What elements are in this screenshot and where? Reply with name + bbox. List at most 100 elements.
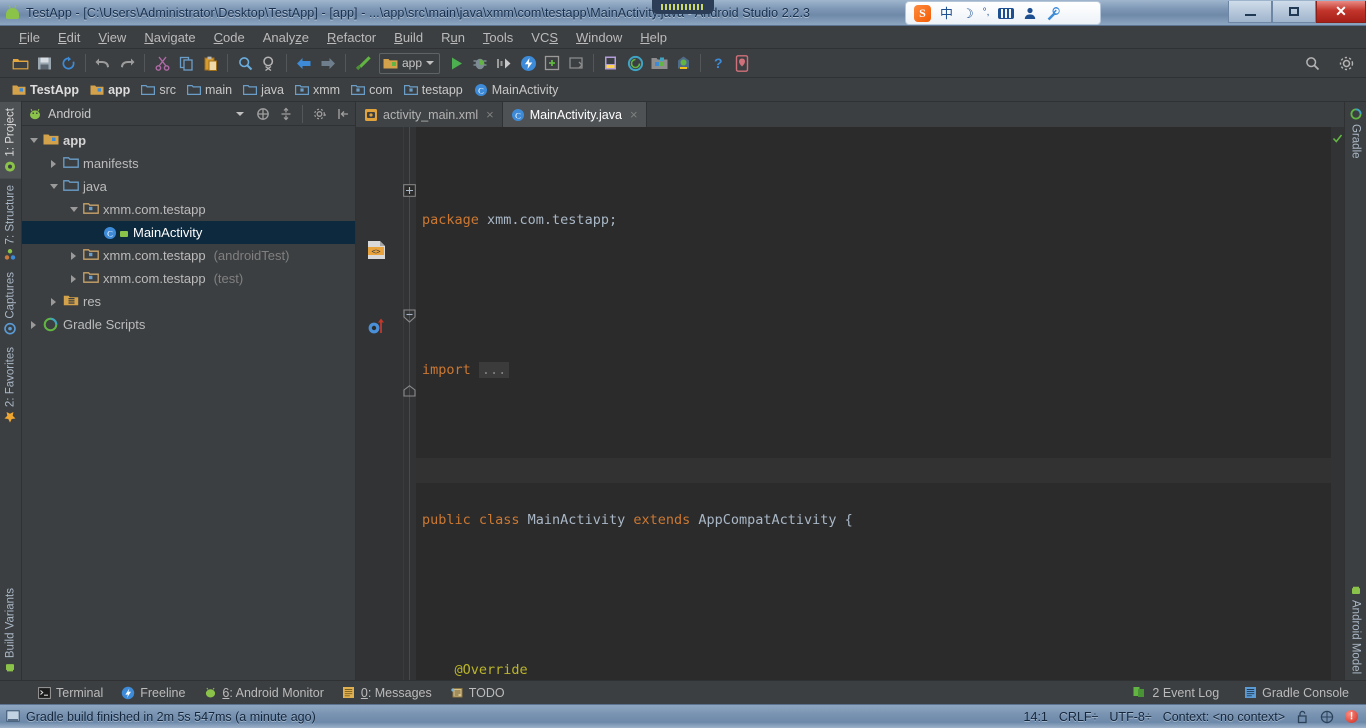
- menu-analyze[interactable]: Analyze: [254, 28, 318, 47]
- tab-mainactivity-java[interactable]: C MainActivity.java ×: [502, 102, 647, 127]
- device-file-explorer-icon[interactable]: [731, 52, 753, 74]
- sidebar-item-android-model[interactable]: Android Model: [1345, 578, 1366, 680]
- tool-button-todo[interactable]: TODO: [441, 684, 514, 702]
- paste-icon[interactable]: [199, 52, 221, 74]
- editor-error-stripe[interactable]: [1331, 127, 1344, 680]
- user-icon[interactable]: [1023, 6, 1037, 20]
- chevron-down-icon[interactable]: [48, 181, 59, 192]
- line-separator[interactable]: CRLF÷: [1059, 710, 1099, 724]
- caret-position[interactable]: 14:1: [1024, 710, 1048, 724]
- chevron-right-icon[interactable]: [28, 319, 39, 330]
- editor-gutter[interactable]: <>: [356, 127, 404, 680]
- folded-imports[interactable]: ...: [478, 362, 510, 378]
- tool-button-freeline[interactable]: Freeline: [112, 684, 194, 702]
- chevron-down-icon[interactable]: [236, 111, 244, 116]
- tool-button-terminal[interactable]: Terminal: [28, 684, 112, 702]
- tree-node-gradle-scripts[interactable]: Gradle Scripts: [22, 313, 355, 336]
- tree-node-app[interactable]: app: [22, 129, 355, 152]
- tool-button-event-log[interactable]: 2 Event Log: [1124, 684, 1228, 702]
- fold-end-icon[interactable]: [402, 385, 417, 397]
- menu-window[interactable]: Window: [567, 28, 631, 47]
- collapse-all-icon[interactable]: [277, 105, 294, 122]
- replace-icon[interactable]: [258, 52, 280, 74]
- chevron-right-icon[interactable]: [68, 250, 79, 261]
- find-icon[interactable]: [234, 52, 256, 74]
- instant-run-icon[interactable]: [517, 52, 539, 74]
- breadcrumb-item-java[interactable]: java: [239, 82, 291, 98]
- tree-node-package-androidtest[interactable]: xmm.com.testapp (androidTest): [22, 244, 355, 267]
- close-icon[interactable]: ×: [630, 107, 638, 122]
- class-gutter-icon[interactable]: <>: [366, 239, 388, 261]
- redo-icon[interactable]: [116, 52, 138, 74]
- device-manager-icon[interactable]: [672, 52, 694, 74]
- unlocked-icon[interactable]: [1296, 710, 1309, 724]
- sdk-manager-icon[interactable]: [565, 52, 587, 74]
- project-tree[interactable]: app manifests java xmm.com.testapp C Mai…: [22, 126, 355, 680]
- run-icon[interactable]: [445, 52, 467, 74]
- editor-viewport[interactable]: <> package xmm.com.testapp; import ... p…: [356, 127, 1344, 680]
- sync-gradle-icon[interactable]: [624, 52, 646, 74]
- menu-navigate[interactable]: Navigate: [135, 28, 204, 47]
- keyboard-icon[interactable]: [998, 7, 1015, 19]
- sidebar-item-project[interactable]: 1: Project: [0, 102, 21, 179]
- tool-button-gradle-console[interactable]: Gradle Console: [1234, 684, 1358, 702]
- editor-fold-strip[interactable]: [402, 127, 417, 680]
- ime-mode-button[interactable]: 中: [940, 7, 953, 20]
- sync-icon[interactable]: [57, 52, 79, 74]
- breadcrumb-item-main[interactable]: main: [183, 82, 239, 98]
- ime-moon-icon[interactable]: ☽: [962, 7, 974, 20]
- status-badge[interactable]: !: [1345, 710, 1358, 723]
- chevron-right-icon[interactable]: [68, 273, 79, 284]
- override-method-icon[interactable]: [366, 316, 388, 336]
- expand-collapse-icon[interactable]: [254, 105, 271, 122]
- debug-icon[interactable]: [469, 52, 491, 74]
- search-everywhere-icon[interactable]: [1301, 52, 1323, 74]
- fold-expand-icon[interactable]: [403, 184, 416, 197]
- sidebar-item-captures[interactable]: Captures: [0, 266, 21, 341]
- breadcrumb-item-mainactivity[interactable]: C MainActivity: [470, 82, 566, 98]
- menu-refactor[interactable]: Refactor: [318, 28, 385, 47]
- sidebar-item-gradle[interactable]: Gradle: [1345, 102, 1366, 165]
- file-encoding[interactable]: UTF-8÷: [1109, 710, 1151, 724]
- menu-file[interactable]: File: [10, 28, 49, 47]
- tree-node-res[interactable]: res: [22, 290, 355, 313]
- ime-punct-icon[interactable]: °,: [983, 8, 990, 18]
- breadcrumb-item-testapp[interactable]: TestApp: [8, 82, 86, 98]
- chevron-down-icon[interactable]: [28, 135, 39, 146]
- tree-node-manifests[interactable]: manifests: [22, 152, 355, 175]
- layout-inspector-icon[interactable]: [600, 52, 622, 74]
- tree-node-java[interactable]: java: [22, 175, 355, 198]
- project-view-selector-label[interactable]: Android: [48, 107, 230, 121]
- hide-panel-icon[interactable]: [334, 105, 351, 122]
- menu-run[interactable]: Run: [432, 28, 474, 47]
- project-structure-icon[interactable]: [648, 52, 670, 74]
- forward-icon[interactable]: [317, 52, 339, 74]
- inspection-icon[interactable]: [1320, 710, 1334, 724]
- chevron-right-icon[interactable]: [48, 158, 59, 169]
- wrench-icon[interactable]: [1046, 6, 1061, 21]
- run-coverage-icon[interactable]: [493, 52, 515, 74]
- help-icon[interactable]: ?: [707, 52, 729, 74]
- menu-build[interactable]: Build: [385, 28, 432, 47]
- chevron-right-icon[interactable]: [48, 296, 59, 307]
- menu-code[interactable]: Code: [205, 28, 254, 47]
- menu-help[interactable]: Help: [631, 28, 676, 47]
- copy-icon[interactable]: [175, 52, 197, 74]
- tab-activity-main-xml[interactable]: activity_main.xml ×: [356, 102, 503, 127]
- open-folder-icon[interactable]: [9, 52, 31, 74]
- menu-view[interactable]: View: [89, 28, 135, 47]
- menu-vcs[interactable]: VCS: [522, 28, 567, 47]
- maximize-button[interactable]: [1272, 1, 1316, 23]
- context-indicator[interactable]: Context: <no context>: [1163, 710, 1285, 724]
- module-selector[interactable]: app: [379, 52, 441, 74]
- minimize-button[interactable]: [1228, 1, 1272, 23]
- close-icon[interactable]: ×: [486, 107, 494, 122]
- fold-collapse-icon[interactable]: [402, 309, 417, 323]
- sidebar-item-favorites[interactable]: 2: Favorites: [0, 341, 21, 429]
- sidebar-item-build-variants[interactable]: Build Variants: [0, 582, 21, 680]
- breadcrumb-item-src[interactable]: src: [137, 82, 183, 98]
- ime-toolbar[interactable]: S 中 ☽ °,: [905, 1, 1101, 25]
- chevron-down-icon[interactable]: [68, 204, 79, 215]
- sidebar-item-structure[interactable]: 7: Structure: [0, 179, 21, 266]
- breadcrumb-item-app[interactable]: app: [86, 82, 137, 98]
